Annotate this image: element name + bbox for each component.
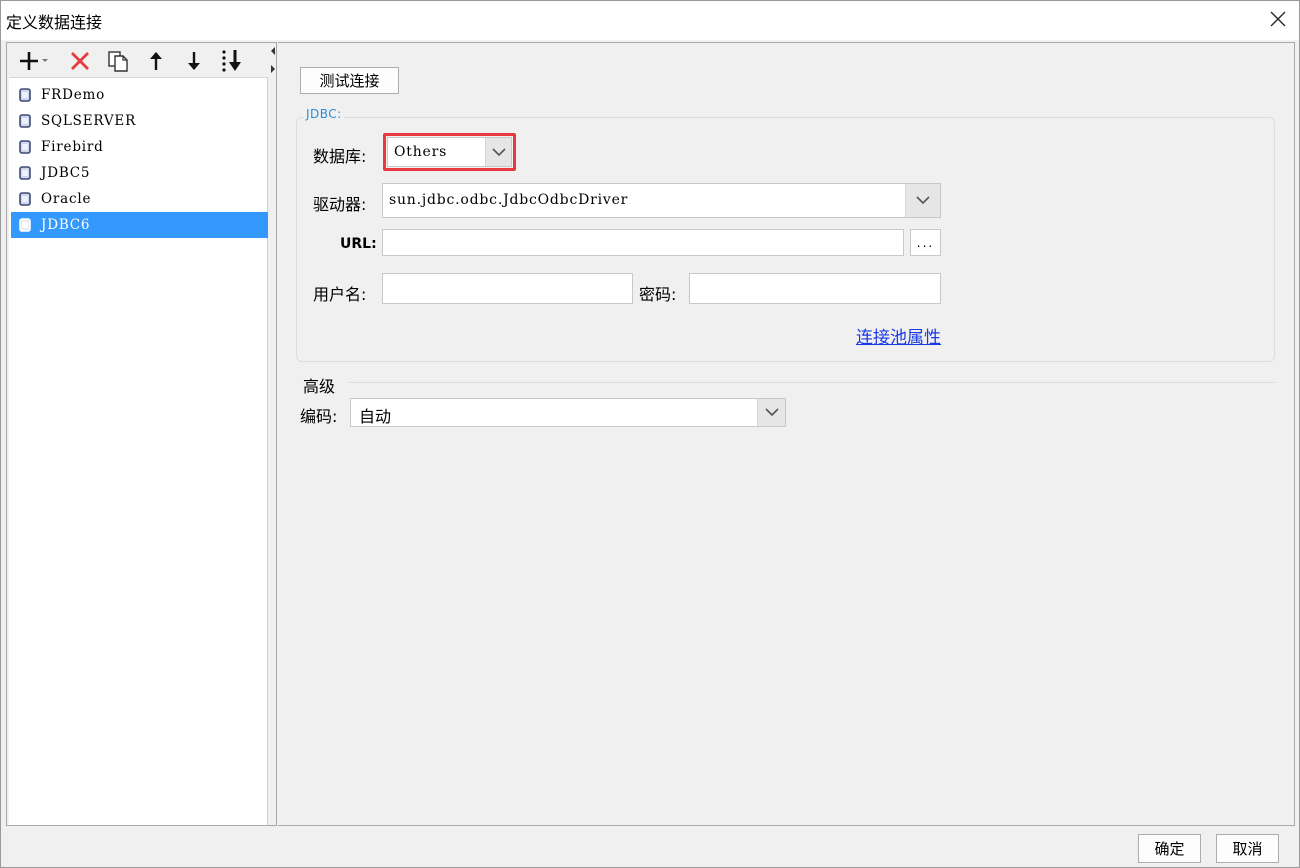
advanced-section-title: 高级: [303, 377, 336, 396]
title-bar: 定义数据连接: [0, 0, 1300, 40]
panel-collapse-arrows[interactable]: [269, 45, 277, 75]
copy-connection-button[interactable]: [105, 48, 131, 74]
connection-item-jdbc6[interactable]: JDBC6: [11, 212, 268, 238]
jdbc-group-legend: JDBC:: [304, 107, 344, 121]
dialog-footer: 确定 取消: [0, 826, 1300, 868]
encoding-value: 自动: [359, 407, 392, 426]
driver-value: sun.jdbc.odbc.JdbcOdbcDriver: [389, 192, 629, 208]
connection-label: Firebird: [41, 139, 104, 155]
collapse-arrows-icon: [271, 47, 275, 73]
url-browse-button[interactable]: ...: [910, 229, 941, 256]
url-input[interactable]: [382, 229, 904, 256]
connection-label: JDBC6: [41, 217, 91, 233]
connection-toolbar: [7, 43, 267, 77]
move-up-icon: [150, 52, 162, 70]
close-icon: [1270, 11, 1286, 27]
database-icon: [19, 114, 31, 128]
driver-label: 驱动器:: [313, 195, 367, 214]
connection-item-jdbc5[interactable]: JDBC5: [11, 160, 268, 186]
username-input[interactable]: [382, 273, 633, 304]
connection-panel: FRDemo SQLSERVER Firebird JDBC5 Oracle J…: [6, 42, 277, 826]
connection-label: JDBC5: [41, 165, 91, 181]
chevron-down-icon: [764, 408, 779, 417]
connection-list: FRDemo SQLSERVER Firebird JDBC5 Oracle J…: [9, 77, 268, 825]
move-down-button[interactable]: [181, 48, 207, 74]
delete-icon: [71, 52, 89, 70]
test-connection-button[interactable]: 测试连接: [300, 67, 399, 94]
url-label: URL:: [340, 236, 377, 252]
encoding-select[interactable]: 自动: [350, 398, 786, 427]
move-down-icon: [188, 52, 200, 70]
connection-pool-link[interactable]: 连接池属性: [856, 323, 941, 348]
connection-label: Oracle: [41, 191, 92, 207]
add-icon: [20, 52, 48, 70]
database-icon: [19, 218, 31, 232]
close-button[interactable]: [1262, 4, 1294, 34]
add-connection-button[interactable]: [17, 48, 53, 74]
encoding-dropdown-button[interactable]: [757, 399, 785, 426]
connection-item-sqlserver[interactable]: SQLSERVER: [11, 108, 268, 134]
connection-item-firebird[interactable]: Firebird: [11, 134, 268, 160]
ok-button[interactable]: 确定: [1138, 834, 1201, 863]
delete-connection-button[interactable]: [67, 48, 93, 74]
sort-button[interactable]: [219, 48, 245, 74]
connection-item-oracle[interactable]: Oracle: [11, 186, 268, 212]
database-icon: [19, 88, 31, 102]
sort-icon: [222, 50, 241, 72]
chevron-down-icon: [916, 196, 930, 205]
cancel-button[interactable]: 取消: [1216, 834, 1279, 863]
password-input[interactable]: [689, 273, 941, 304]
encoding-label: 编码:: [300, 407, 338, 426]
database-icon: [19, 166, 31, 180]
database-icon: [19, 140, 31, 154]
database-icon: [19, 192, 31, 206]
window-title: 定义数据连接: [6, 13, 103, 32]
username-label: 用户名:: [313, 285, 367, 304]
database-highlight-box: [383, 133, 516, 171]
advanced-divider: [348, 382, 1275, 383]
driver-dropdown-button[interactable]: [905, 184, 940, 217]
copy-icon: [108, 51, 128, 72]
password-label: 密码:: [639, 285, 677, 304]
driver-select[interactable]: sun.jdbc.odbc.JdbcOdbcDriver: [382, 183, 941, 218]
connection-settings-panel: 测试连接 JDBC: 数据库: Others 驱动器: sun.jdbc.odb…: [278, 42, 1295, 826]
connection-item-frdemo[interactable]: FRDemo: [11, 82, 268, 108]
connection-label: SQLSERVER: [41, 113, 137, 129]
database-label: 数据库:: [313, 147, 367, 166]
move-up-button[interactable]: [143, 48, 169, 74]
connection-label: FRDemo: [41, 87, 106, 103]
